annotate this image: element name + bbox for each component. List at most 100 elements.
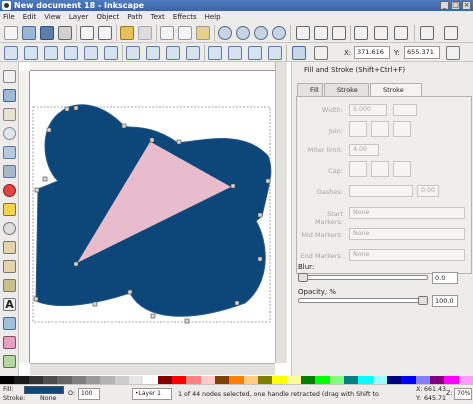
palette-swatch[interactable] (358, 376, 373, 384)
palette-swatch[interactable] (401, 376, 416, 384)
width-unit-select[interactable] (393, 104, 417, 116)
join-segment-icon[interactable] (84, 46, 98, 60)
duplicate-icon[interactable] (296, 26, 310, 40)
join-nodes-icon[interactable] (44, 46, 58, 60)
path-node[interactable] (121, 123, 127, 129)
stroke-value[interactable]: None (40, 395, 56, 402)
path-node[interactable] (257, 212, 263, 218)
connector-tool-icon[interactable] (3, 355, 16, 368)
palette-swatch[interactable] (272, 376, 287, 384)
node-tool-icon[interactable] (3, 89, 16, 102)
export-icon[interactable] (98, 26, 112, 40)
palette-swatch[interactable] (171, 376, 187, 384)
blur-slider[interactable] (298, 275, 428, 280)
palette-swatch[interactable] (329, 376, 344, 384)
smooth-node-icon[interactable] (146, 46, 160, 60)
minimize-button[interactable]: _ (440, 1, 449, 10)
x-coordinate-input[interactable]: 371.616 (354, 46, 390, 59)
round-cap-button[interactable] (371, 161, 389, 177)
path-node[interactable] (33, 296, 39, 302)
tab-fill[interactable]: Fill (297, 83, 323, 96)
palette-swatch[interactable] (214, 376, 230, 384)
palette-swatch[interactable] (100, 376, 115, 384)
layer-select[interactable]: •Layer 1 (132, 388, 172, 400)
path-node[interactable] (150, 313, 156, 319)
palette-swatch[interactable] (343, 376, 359, 384)
gradient-tool-icon[interactable] (3, 336, 16, 349)
palette-swatch[interactable] (372, 376, 387, 384)
y-coordinate-input[interactable]: 655.371 (404, 46, 440, 59)
spiral-tool-icon[interactable] (3, 222, 16, 235)
redo-icon[interactable] (138, 26, 152, 40)
palette-swatch[interactable] (0, 376, 15, 384)
path-node[interactable] (73, 261, 79, 267)
path-node[interactable] (184, 318, 190, 324)
fill-swatch[interactable] (24, 386, 64, 394)
clone-icon[interactable] (314, 26, 328, 40)
zoom-width-icon[interactable] (272, 26, 286, 40)
open-icon[interactable] (22, 26, 36, 40)
menu-path[interactable]: Path (127, 13, 142, 21)
cut-icon[interactable] (178, 26, 192, 40)
palette-swatch[interactable] (57, 376, 72, 384)
zoom-input[interactable]: 70% (454, 388, 472, 400)
miter-join-button[interactable] (349, 121, 367, 137)
paste-icon[interactable] (196, 26, 210, 40)
round-join-button[interactable] (371, 121, 389, 137)
path-node[interactable] (34, 187, 40, 193)
tab-stroke-paint[interactable]: Stroke paint (324, 83, 369, 107)
blur-slider-thumb[interactable] (298, 273, 308, 282)
color-palette[interactable] (0, 376, 473, 384)
stroke-to-path-icon[interactable] (268, 46, 282, 60)
miter-limit-input[interactable]: 4.00 (349, 144, 379, 156)
spray-tool-icon[interactable] (3, 317, 16, 330)
menu-object[interactable]: Object (96, 13, 119, 21)
fill-stroke-icon[interactable] (374, 26, 388, 40)
print-icon[interactable] (58, 26, 72, 40)
path-node[interactable] (176, 139, 182, 145)
delete-node-icon[interactable] (24, 46, 38, 60)
menu-text[interactable]: Text (151, 13, 165, 21)
dash-offset-input[interactable]: 0.00 (417, 185, 439, 197)
save-icon[interactable] (40, 26, 54, 40)
palette-swatch[interactable] (458, 376, 473, 384)
status-opacity-input[interactable]: 100 (78, 388, 100, 400)
undo-icon[interactable] (120, 26, 134, 40)
palette-swatch[interactable] (143, 376, 158, 384)
palette-swatch[interactable] (28, 376, 43, 384)
palette-swatch[interactable] (42, 376, 58, 384)
path-node[interactable] (92, 301, 98, 307)
show-path-outline-icon[interactable] (314, 46, 328, 60)
insert-node-icon[interactable] (4, 46, 18, 60)
line-segment-icon[interactable] (208, 46, 222, 60)
curve-segment-icon[interactable] (228, 46, 242, 60)
ellipse-tool-icon[interactable] (3, 184, 16, 197)
copy-icon[interactable] (160, 26, 174, 40)
break-path-icon[interactable] (64, 46, 78, 60)
palette-swatch[interactable] (114, 376, 129, 384)
palette-swatch[interactable] (200, 376, 215, 384)
path-node[interactable] (265, 178, 271, 184)
width-input[interactable]: 5.000 (349, 104, 387, 116)
butt-cap-button[interactable] (349, 161, 367, 177)
menu-file[interactable]: File (3, 13, 15, 21)
zoom-page-icon[interactable] (254, 26, 268, 40)
cusp-node-icon[interactable] (126, 46, 140, 60)
palette-swatch[interactable] (128, 376, 144, 384)
palette-swatch[interactable] (229, 376, 244, 384)
bevel-join-button[interactable] (393, 121, 411, 137)
path-node[interactable] (234, 300, 240, 306)
palette-swatch[interactable] (286, 376, 301, 384)
palette-swatch[interactable] (157, 376, 172, 384)
pen-tool-icon[interactable] (3, 260, 16, 273)
zoom-tool-icon[interactable] (3, 127, 16, 140)
zoom-selection-icon[interactable] (218, 26, 232, 40)
path-node[interactable] (257, 256, 263, 262)
menu-layer[interactable]: Layer (69, 13, 89, 21)
palette-swatch[interactable] (257, 376, 273, 384)
square-cap-button[interactable] (393, 161, 411, 177)
palette-swatch[interactable] (71, 376, 86, 384)
palette-swatch[interactable] (300, 376, 316, 384)
unlink-clone-icon[interactable] (332, 26, 346, 40)
path-node[interactable] (64, 106, 70, 112)
